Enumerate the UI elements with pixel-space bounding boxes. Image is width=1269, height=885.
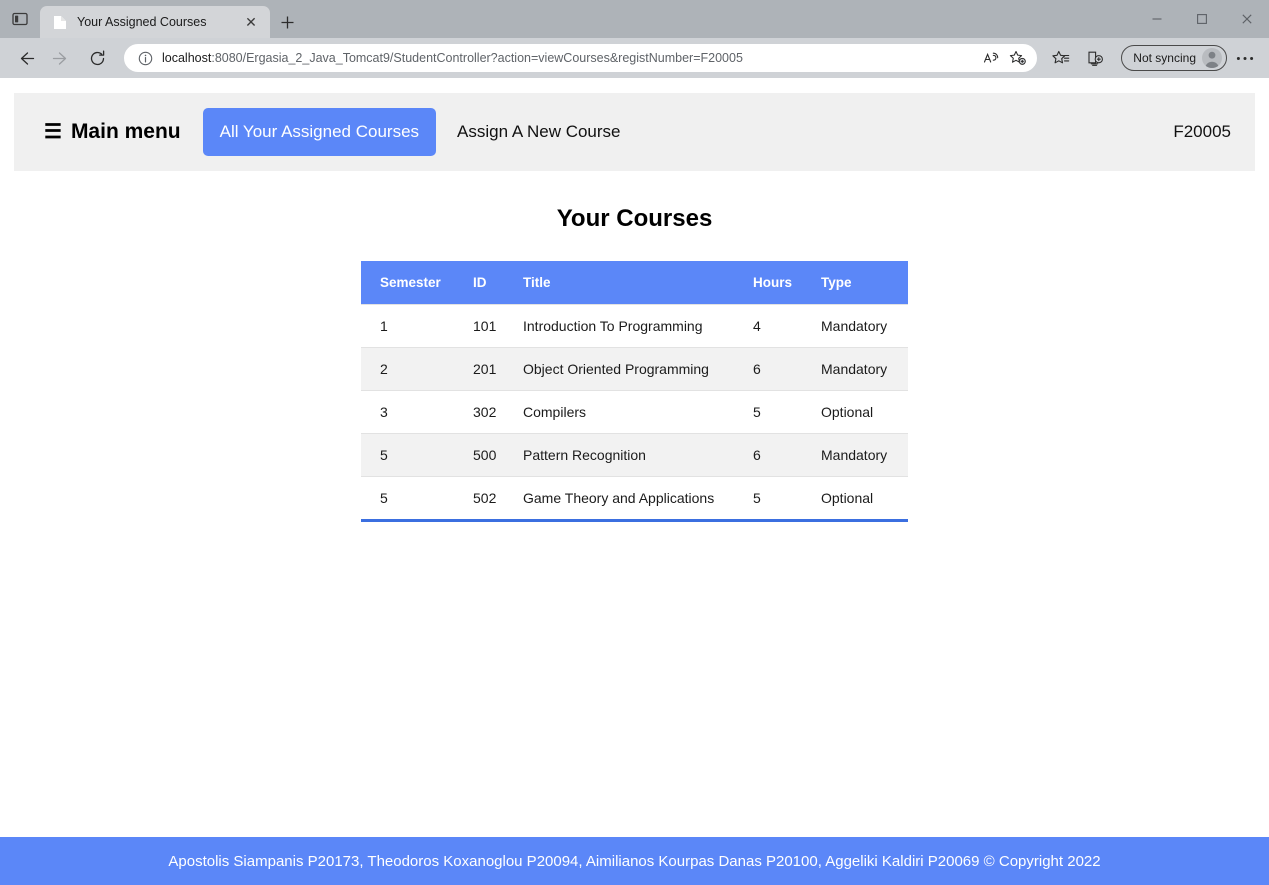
back-button[interactable] — [8, 42, 42, 74]
column-header-hours: Hours — [753, 261, 821, 304]
cell-type: Mandatory — [821, 346, 908, 391]
cell-id: 302 — [473, 389, 523, 434]
site-navbar: ☰ Main menu All Your Assigned Courses As… — [14, 93, 1255, 171]
page-content: ☰ Main menu All Your Assigned Courses As… — [0, 78, 1269, 885]
column-header-id: ID — [473, 261, 523, 304]
table-row: 5 500 Pattern Recognition 6 Mandatory — [361, 432, 908, 477]
url-path: :8080/Ergasia_2_Java_Tomcat9/StudentCont… — [211, 51, 743, 65]
cell-id: 502 — [473, 475, 523, 521]
cell-type: Mandatory — [821, 303, 908, 348]
page-title: Your Courses — [556, 205, 713, 232]
nav-user-regist-number: F20005 — [1173, 122, 1231, 141]
cell-semester: 2 — [361, 346, 473, 391]
minimize-button[interactable] — [1134, 0, 1179, 38]
close-window-button[interactable] — [1224, 0, 1269, 38]
tab-actions-icon[interactable] — [0, 0, 40, 38]
cell-semester: 5 — [361, 475, 473, 521]
site-info-icon[interactable] — [137, 50, 153, 66]
courses-table-body: 1 101 Introduction To Programming 4 Mand… — [361, 303, 908, 521]
cell-id: 201 — [473, 346, 523, 391]
cell-type: Mandatory — [821, 432, 908, 477]
cell-type: Optional — [821, 475, 908, 521]
table-row: 1 101 Introduction To Programming 4 Mand… — [361, 303, 908, 348]
cell-hours: 6 — [753, 346, 821, 391]
cell-title: Game Theory and Applications — [523, 475, 753, 521]
footer-credits: Apostolis Siampanis P20173, Theodoros Ko… — [168, 852, 1101, 870]
table-row: 5 502 Game Theory and Applications 5 Opt… — [361, 475, 908, 521]
column-header-type: Type — [821, 261, 908, 304]
new-tab-button[interactable] — [270, 6, 304, 38]
settings-menu-button[interactable] — [1229, 42, 1261, 74]
main-menu-brand[interactable]: ☰ Main menu — [44, 120, 181, 144]
table-header-row: Semester ID Title Hours Type — [361, 261, 908, 304]
cell-title: Object Oriented Programming — [523, 346, 753, 391]
nav-item-assign-a-new-course[interactable]: Assign A New Course — [443, 108, 634, 156]
cell-semester: 3 — [361, 389, 473, 434]
forward-button[interactable] — [44, 42, 78, 74]
add-favorite-icon[interactable] — [1004, 46, 1030, 70]
cell-title: Introduction To Programming — [523, 303, 753, 348]
column-header-semester: Semester — [361, 261, 473, 304]
url-host: localhost — [162, 51, 212, 65]
cell-hours: 5 — [753, 389, 821, 434]
cell-id: 101 — [473, 303, 523, 348]
nav-item-all-your-assigned-courses[interactable]: All Your Assigned Courses — [202, 108, 437, 156]
hamburger-icon[interactable]: ☰ — [44, 122, 62, 142]
profile-sync-pill[interactable]: Not syncing — [1121, 45, 1227, 71]
close-tab-icon[interactable]: ✕ — [240, 11, 262, 33]
address-bar-url: localhost:8080/Ergasia_2_Java_Tomcat9/St… — [162, 51, 978, 65]
page-footer: Apostolis Siampanis P20173, Theodoros Ko… — [0, 837, 1269, 885]
cell-type: Optional — [821, 389, 908, 434]
maximize-button[interactable] — [1179, 0, 1224, 38]
address-bar[interactable]: localhost:8080/Ergasia_2_Java_Tomcat9/St… — [124, 44, 1038, 72]
column-header-title: Title — [523, 261, 753, 304]
browser-tab[interactable]: Your Assigned Courses ✕ — [40, 6, 270, 38]
cell-hours: 6 — [753, 432, 821, 477]
cell-semester: 1 — [361, 303, 473, 348]
favorites-icon[interactable] — [1045, 42, 1077, 74]
courses-table-wrapper: Semester ID Title Hours Type 1 101 Intro… — [361, 261, 908, 522]
cell-title: Pattern Recognition — [523, 432, 753, 477]
collections-icon[interactable] — [1079, 42, 1111, 74]
sync-status-label: Not syncing — [1133, 51, 1196, 65]
cell-hours: 4 — [753, 303, 821, 348]
cell-hours: 5 — [753, 475, 821, 521]
browser-titlebar: Your Assigned Courses ✕ — [0, 0, 1269, 38]
cell-id: 500 — [473, 432, 523, 477]
main-menu-label: Main menu — [70, 120, 181, 143]
cell-title: Compilers — [523, 389, 753, 434]
table-row: 3 302 Compilers 5 Optional — [361, 389, 908, 434]
table-row: 2 201 Object Oriented Programming 6 Mand… — [361, 346, 908, 391]
avatar — [1202, 48, 1222, 68]
document-icon — [52, 14, 68, 30]
window-controls — [1134, 0, 1269, 38]
browser-tab-title: Your Assigned Courses — [77, 15, 207, 29]
refresh-button[interactable] — [80, 42, 114, 74]
courses-table: Semester ID Title Hours Type 1 101 Intro… — [361, 261, 908, 522]
courses-table-head: Semester ID Title Hours Type — [361, 261, 908, 304]
browser-toolbar: localhost:8080/Ergasia_2_Java_Tomcat9/St… — [0, 38, 1269, 78]
cell-semester: 5 — [361, 432, 473, 477]
browser-window: Your Assigned Courses ✕ localhost:8080/E… — [0, 0, 1269, 885]
read-aloud-icon[interactable] — [978, 46, 1004, 70]
